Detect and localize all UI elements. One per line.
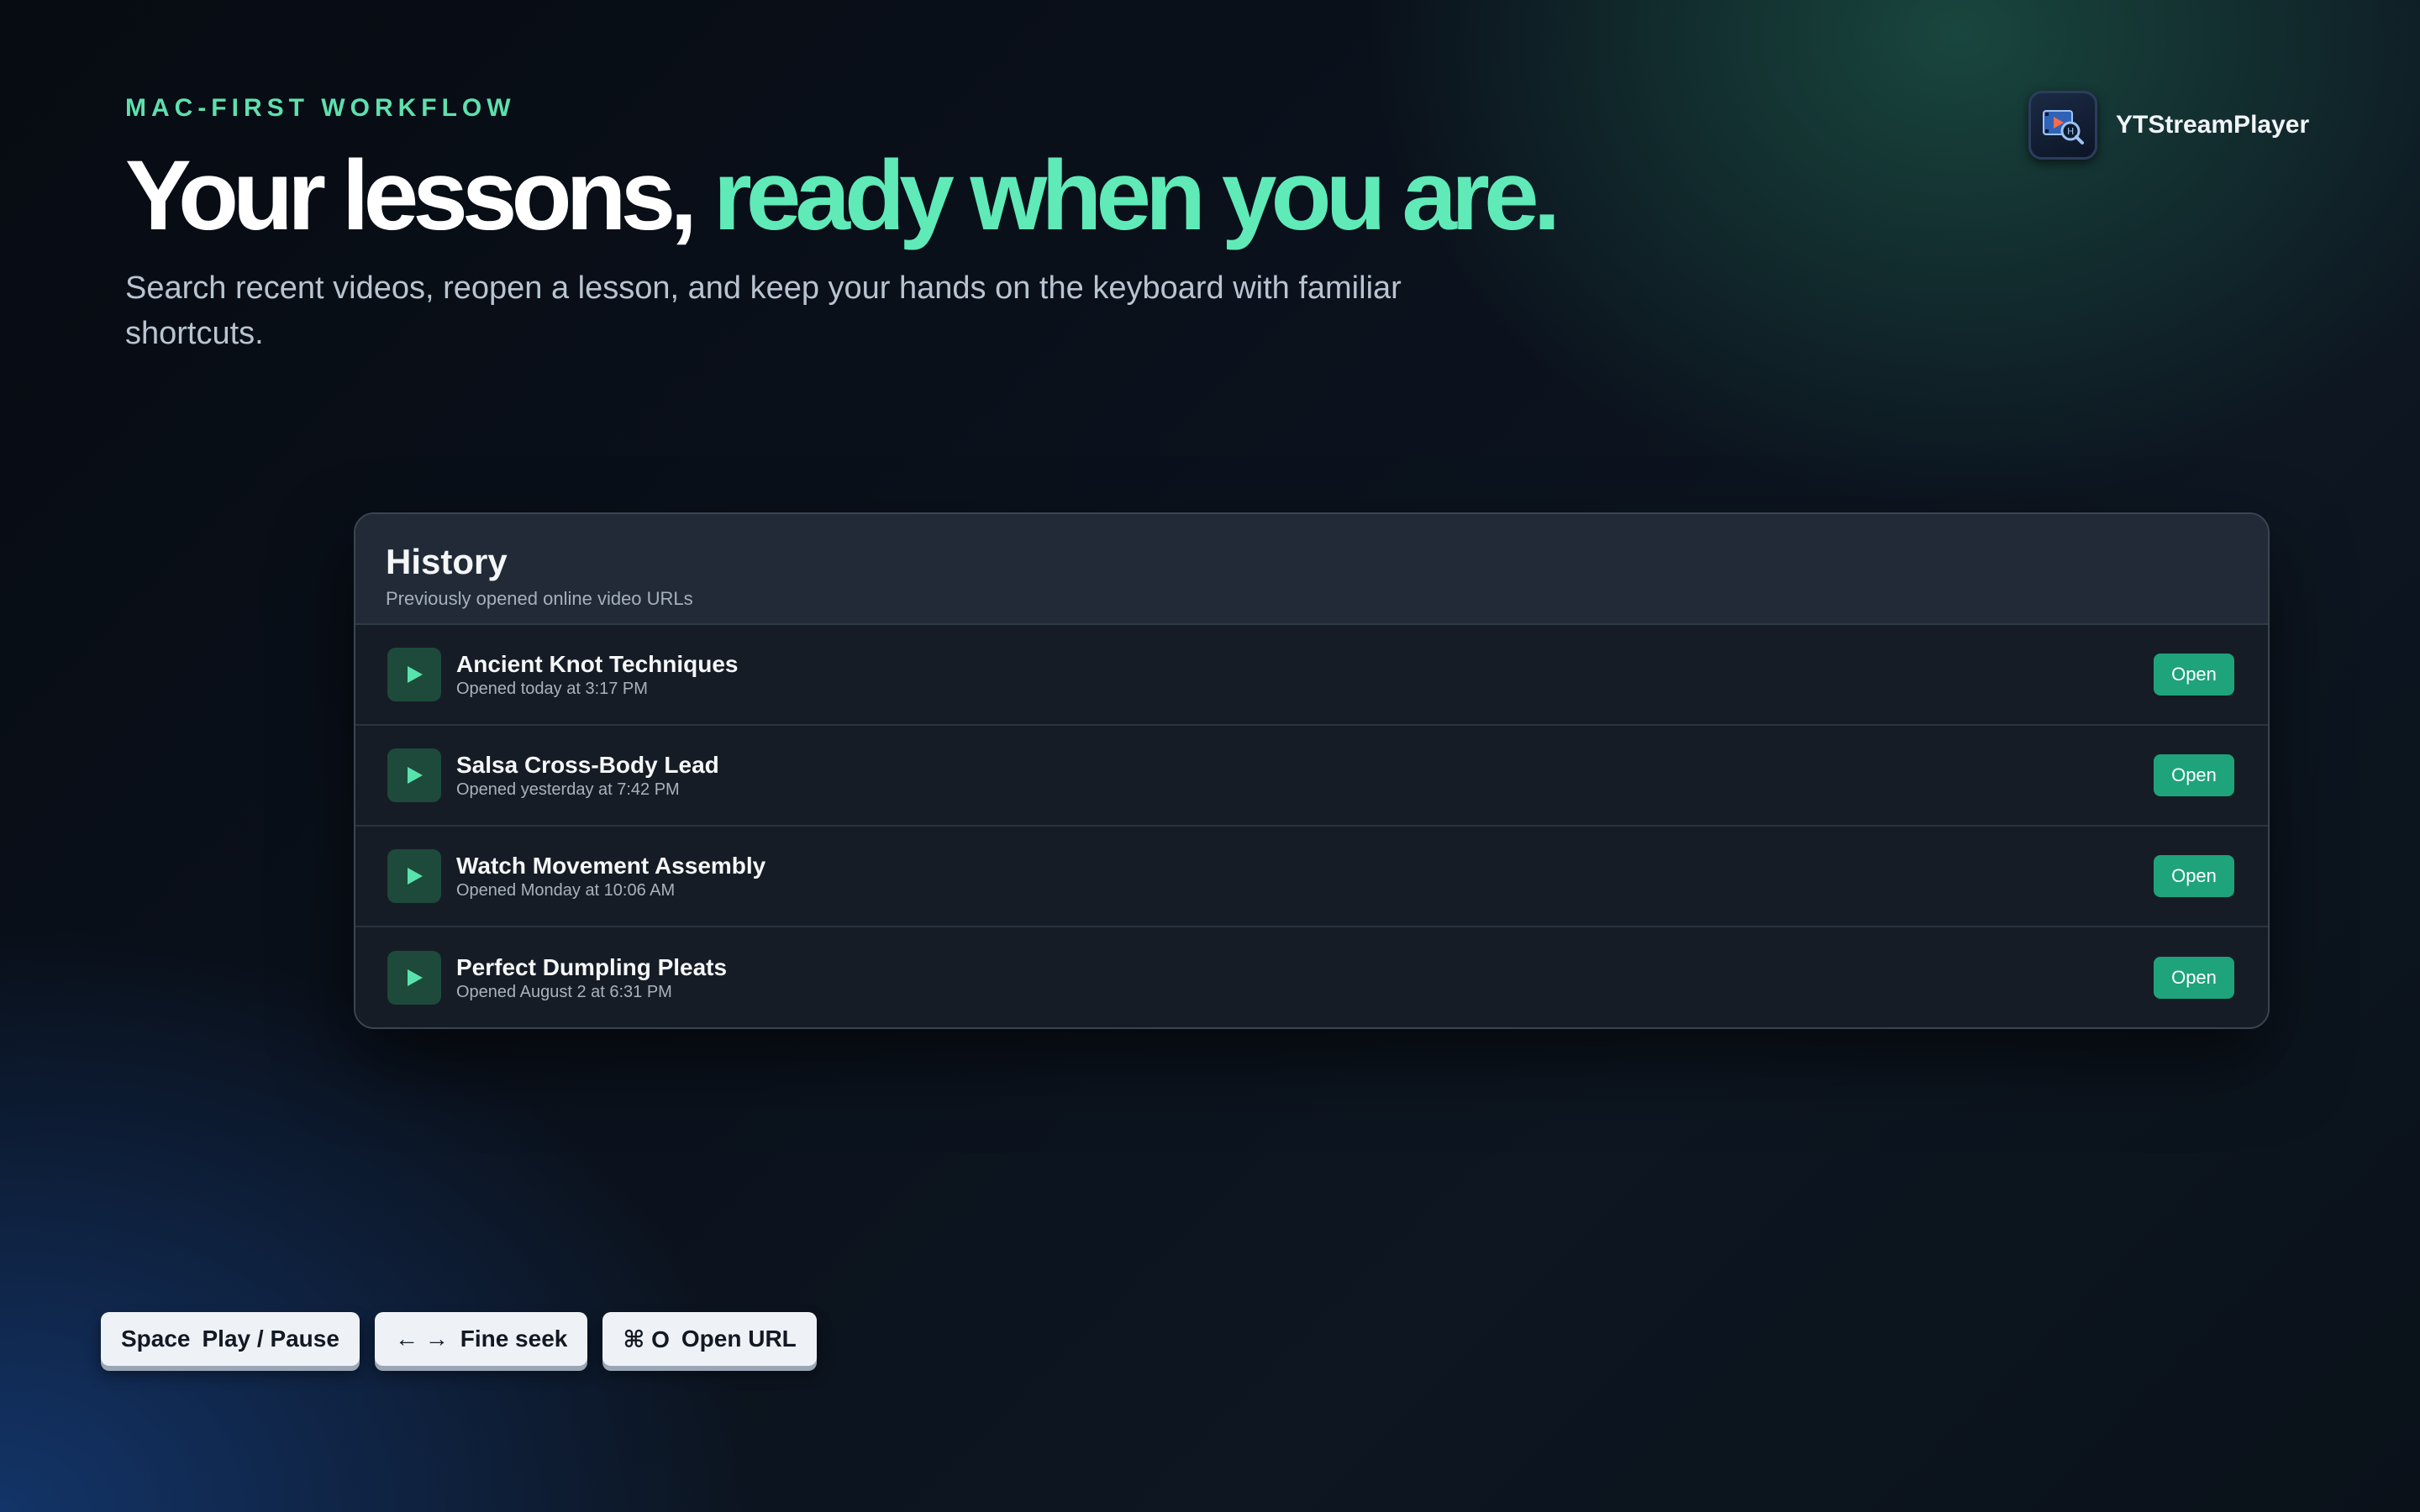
- history-row-meta: Opened yesterday at 7:42 PM: [456, 780, 680, 799]
- open-button[interactable]: Open: [2154, 654, 2234, 696]
- shortcut-play-pause: Space Play / Pause: [101, 1312, 360, 1366]
- history-row-text: Salsa Cross-Body Lead Opened yesterday a…: [456, 752, 2154, 800]
- hero-headline: Your lessons, ready when you are.: [125, 140, 1561, 251]
- play-icon: [387, 748, 441, 802]
- headline-main: Your lessons,: [125, 140, 697, 251]
- history-row[interactable]: Ancient Knot Techniques Opened today at …: [355, 625, 2268, 726]
- history-row-meta: Opened today at 3:17 PM: [456, 679, 648, 698]
- shortcut-label: Fine seek: [460, 1326, 568, 1352]
- history-row[interactable]: Watch Movement Assembly Opened Monday at…: [355, 827, 2268, 927]
- play-icon: [387, 849, 441, 903]
- history-row-meta: Opened August 2 at 6:31 PM: [456, 982, 672, 1001]
- shortcut-open-url: ⌘ O Open URL: [602, 1312, 817, 1366]
- history-row-title: Watch Movement Assembly: [456, 852, 766, 879]
- history-panel: History Previously opened online video U…: [354, 512, 2270, 1029]
- history-row-title: Salsa Cross-Body Lead: [456, 751, 719, 778]
- history-row[interactable]: Perfect Dumpling Pleats Opened August 2 …: [355, 927, 2268, 1027]
- history-row-title: Perfect Dumpling Pleats: [456, 953, 728, 980]
- brand-name: YTStreamPlayer: [2116, 111, 2310, 139]
- shortcut-key: ← →: [394, 1326, 449, 1352]
- svg-text:H: H: [2067, 126, 2074, 137]
- history-row-text: Watch Movement Assembly Opened Monday at…: [456, 853, 2154, 900]
- brand: H YTStreamPlayer: [2028, 91, 2309, 160]
- history-title: History: [386, 542, 508, 581]
- app-logo-icon: H: [2028, 91, 2097, 160]
- open-button[interactable]: Open: [2154, 855, 2234, 897]
- play-icon: [387, 648, 441, 701]
- shortcut-bar: Space Play / Pause ← → Fine seek ⌘ O Ope…: [101, 1312, 817, 1366]
- hero-eyebrow: MAC-FIRST WORKFLOW: [125, 94, 516, 122]
- history-row-meta: Opened Monday at 10:06 AM: [456, 880, 676, 900]
- shortcut-label: Play / Pause: [202, 1326, 339, 1352]
- history-row-title: Ancient Knot Techniques: [456, 650, 739, 677]
- history-row-text: Perfect Dumpling Pleats Opened August 2 …: [456, 954, 2154, 1002]
- history-header: History Previously opened online video U…: [355, 514, 2268, 625]
- shortcut-key: Space: [121, 1326, 191, 1352]
- history-row-text: Ancient Knot Techniques Opened today at …: [456, 651, 2154, 699]
- open-button[interactable]: Open: [2154, 957, 2234, 999]
- open-button[interactable]: Open: [2154, 754, 2234, 796]
- shortcut-key: ⌘ O: [623, 1326, 670, 1352]
- history-subtitle: Previously opened online video URLs: [386, 588, 693, 609]
- shortcut-label: Open URL: [681, 1326, 797, 1352]
- history-row[interactable]: Salsa Cross-Body Lead Opened yesterday a…: [355, 726, 2268, 827]
- headline-accent: ready when you are.: [713, 140, 1561, 251]
- hero-subtitle: Search recent videos, reopen a lesson, a…: [125, 270, 1402, 351]
- play-icon: [387, 951, 441, 1005]
- shortcut-fine-seek: ← → Fine seek: [374, 1312, 588, 1366]
